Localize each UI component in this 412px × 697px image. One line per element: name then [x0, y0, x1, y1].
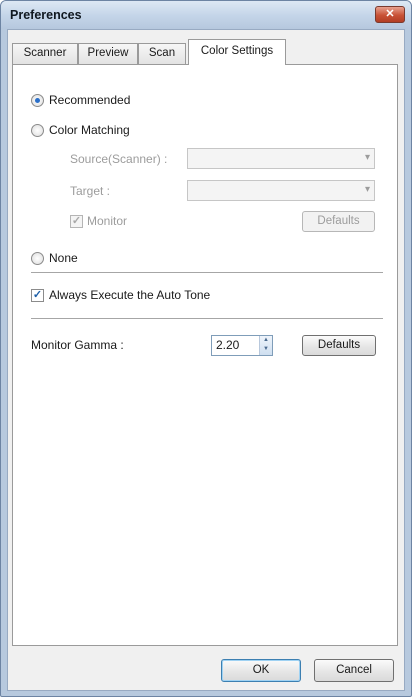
tab-color-settings[interactable]: Color Settings [188, 39, 286, 65]
target-label: Target : [70, 184, 111, 198]
source-select[interactable]: ▾ [187, 148, 375, 169]
color-settings-panel: Recommended Color Matching Source(Scanne… [12, 64, 398, 646]
checkmark-icon: ✓ [32, 289, 43, 301]
color-matching-radio[interactable] [31, 124, 44, 137]
monitor-gamma-value: 2.20 [216, 338, 240, 352]
recommended-radio[interactable] [31, 94, 44, 107]
divider [31, 318, 383, 320]
none-radio[interactable] [31, 252, 44, 265]
monitor-checkbox[interactable]: ✓ [70, 215, 83, 228]
none-label[interactable]: None [49, 251, 78, 265]
auto-tone-label[interactable]: Always Execute the Auto Tone [49, 288, 210, 302]
divider [31, 272, 383, 274]
close-button[interactable]: ✕ [375, 6, 405, 23]
monitor-gamma-label: Monitor Gamma : [31, 338, 124, 352]
up-down-spinner-icon[interactable]: ▲ ▼ [259, 336, 272, 355]
ok-button[interactable]: OK [221, 659, 301, 682]
checkmark-icon: ✓ [71, 215, 82, 227]
chevron-down-icon: ▾ [364, 152, 370, 163]
color-matching-label[interactable]: Color Matching [49, 123, 130, 137]
tab-scan[interactable]: Scan [138, 43, 186, 64]
cancel-button[interactable]: Cancel [314, 659, 394, 682]
dialog-client-area: Scanner Preview Scan Color Settings Reco… [7, 29, 405, 691]
source-label: Source(Scanner) : [70, 152, 168, 166]
gamma-defaults-button[interactable]: Defaults [302, 335, 376, 356]
title-bar[interactable]: Preferences ✕ [1, 1, 411, 29]
monitor-gamma-input[interactable]: 2.20 ▲ ▼ [211, 335, 273, 356]
tab-scanner[interactable]: Scanner [12, 43, 78, 64]
color-matching-defaults-button[interactable]: Defaults [302, 211, 375, 232]
window-title: Preferences [10, 8, 82, 22]
auto-tone-checkbox[interactable]: ✓ [31, 289, 44, 302]
preferences-dialog: Preferences ✕ Scanner Preview Scan Color… [0, 0, 412, 697]
tab-preview[interactable]: Preview [78, 43, 138, 64]
target-select[interactable]: ▾ [187, 180, 375, 201]
recommended-label[interactable]: Recommended [49, 93, 130, 107]
monitor-label: Monitor [87, 214, 128, 228]
chevron-down-icon: ▾ [364, 184, 370, 195]
close-icon: ✕ [385, 8, 395, 20]
